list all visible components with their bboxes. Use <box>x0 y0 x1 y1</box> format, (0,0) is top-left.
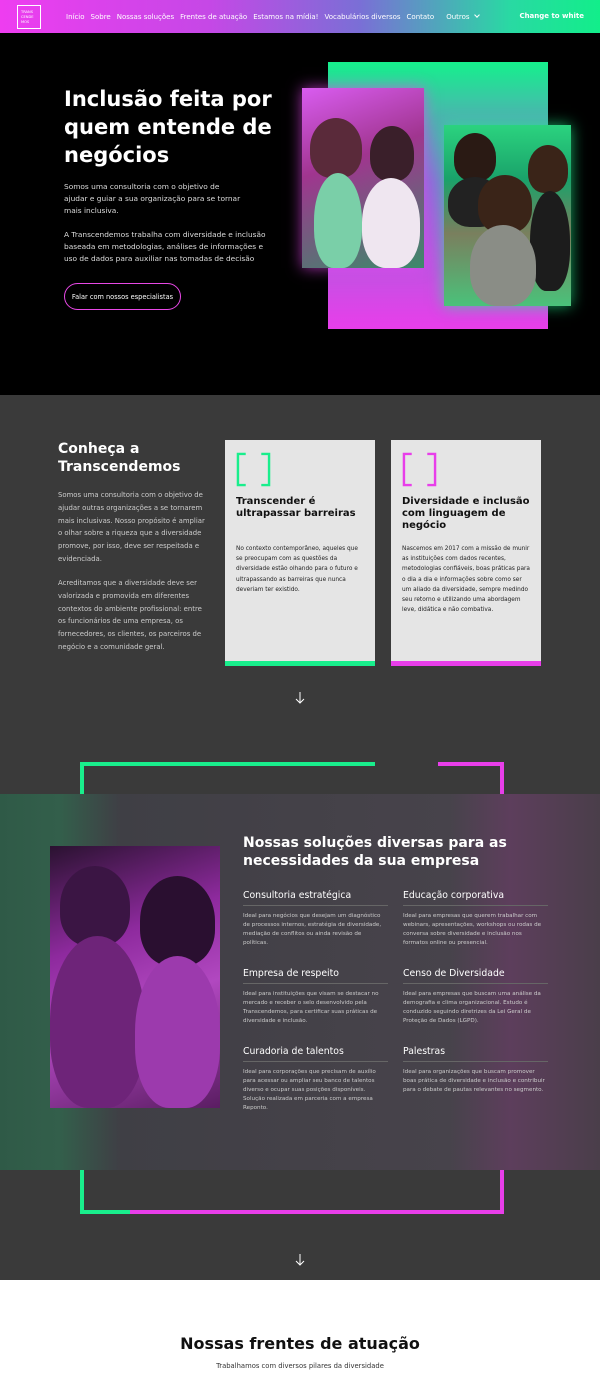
fronts-section: Nossas frentes de atuação Trabalhamos co… <box>0 1280 600 1400</box>
chevron-down-icon <box>473 11 480 18</box>
solutions-section: Nossas soluções diversas para as necessi… <box>0 762 600 1280</box>
nav-dropdown-label: Outros <box>446 12 470 21</box>
hero-description: A Transcendemos trabalha com diversidade… <box>64 230 266 263</box>
bracket-icon <box>236 452 271 487</box>
nav-link-contato[interactable]: Contato <box>407 13 435 21</box>
nav-link-sobre[interactable]: Sobre <box>91 13 111 21</box>
team-photo-2 <box>444 125 571 306</box>
person-silhouette <box>50 936 145 1108</box>
solution-consultoria[interactable]: Consultoria estratégica Ideal para negóc… <box>243 890 388 948</box>
card-text: Nascemos em 2017 com a missão de munir a… <box>402 546 530 614</box>
solution-text: Ideal para empresas que buscam uma análi… <box>403 991 541 1024</box>
person-silhouette <box>362 178 420 268</box>
top-navbar: TRANS CENDE MOS Início Sobre Nossas solu… <box>0 0 600 33</box>
solution-text: Ideal para organizações que buscam promo… <box>403 1069 545 1093</box>
hero-section: Inclusão feita por quem entende de negóc… <box>0 33 600 395</box>
arrow-down-icon[interactable] <box>295 692 305 704</box>
solution-text: Ideal para empresas que querem trabalhar… <box>403 913 542 946</box>
solution-title: Censo de Diversidade <box>403 968 548 984</box>
solution-empresa-respeito[interactable]: Empresa de respeito Ideal para instituiç… <box>243 968 388 1026</box>
solution-title: Palestras <box>403 1046 548 1062</box>
person-silhouette <box>310 118 362 178</box>
about-section: Conheça a Transcendemos Somos uma consul… <box>0 395 600 794</box>
about-title: Conheça a Transcendemos <box>58 441 181 475</box>
frame-line <box>438 762 504 766</box>
nav-link-frentes[interactable]: Frentes de atuação <box>180 13 247 21</box>
bracket-icon <box>402 452 437 487</box>
person-silhouette <box>370 126 414 181</box>
person-silhouette <box>60 866 130 946</box>
solution-text: Ideal para negócios que desejam um diagn… <box>243 913 382 946</box>
card-title: Diversidade e inclusão com linguagem de … <box>402 496 530 531</box>
card-transcender: Transcender é ultrapassar barreiras No c… <box>225 440 375 666</box>
hero-title: Inclusão feita por quem entende de negóc… <box>64 87 272 167</box>
frame-line <box>130 1210 504 1214</box>
person-silhouette <box>135 956 220 1108</box>
nav-link-midia[interactable]: Estamos na mídia! <box>253 13 318 21</box>
person-silhouette <box>454 133 496 181</box>
team-photo-1 <box>302 88 424 268</box>
solution-text: Ideal para instituições que visam se des… <box>243 991 379 1024</box>
solution-title: Curadoria de talentos <box>243 1046 388 1062</box>
frame-line <box>80 762 375 766</box>
hero-intro: Somos uma consultoria com o objetivo de … <box>64 182 241 215</box>
solution-educacao[interactable]: Educação corporativa Ideal para empresas… <box>403 890 548 948</box>
nav-link-inicio[interactable]: Início <box>66 13 85 21</box>
person-silhouette <box>140 876 215 966</box>
about-paragraph-2: Acreditamos que a diversidade deve ser v… <box>58 579 202 651</box>
solution-text: Ideal para corporações que precisam de a… <box>243 1069 376 1111</box>
card-text: No contexto contemporâneo, aqueles que s… <box>236 546 358 593</box>
arrow-down-icon[interactable] <box>295 1254 305 1266</box>
logo[interactable]: TRANS CENDE MOS <box>17 5 41 29</box>
solution-title: Educação corporativa <box>403 890 548 906</box>
person-silhouette <box>314 173 362 268</box>
card-diversidade: Diversidade e inclusão com linguagem de … <box>391 440 541 666</box>
person-silhouette <box>470 225 536 306</box>
nav-link-solucoes[interactable]: Nossas soluções <box>117 13 174 21</box>
nav-dropdown-outros[interactable]: Outros <box>446 11 480 21</box>
fronts-subtitle: Trabalhamos com diversos pilares da dive… <box>216 1362 384 1370</box>
frame-line <box>80 1170 84 1214</box>
card-title: Transcender é ultrapassar barreiras <box>236 496 356 519</box>
frame-line <box>500 1170 504 1214</box>
nav-link-vocabularios[interactable]: Vocabulários diversos <box>324 13 400 21</box>
frame-line <box>80 762 84 794</box>
frame-line <box>500 762 504 794</box>
person-silhouette <box>530 191 570 291</box>
solutions-photo <box>50 846 220 1108</box>
fronts-title: Nossas frentes de atuação <box>180 1334 420 1353</box>
nav-links: Início Sobre Nossas soluções Frentes de … <box>66 0 480 33</box>
solution-curadoria[interactable]: Curadoria de talentos Ideal para corpora… <box>243 1046 388 1113</box>
solution-palestras[interactable]: Palestras Ideal para organizações que bu… <box>403 1046 548 1095</box>
about-paragraph-1: Somos uma consultoria com o objetivo de … <box>58 491 205 563</box>
solutions-title: Nossas soluções diversas para as necessi… <box>243 835 507 869</box>
solution-censo[interactable]: Censo de Diversidade Ideal para empresas… <box>403 968 548 1026</box>
contact-specialists-button[interactable]: Falar com nossos especialistas <box>64 283 181 310</box>
solution-title: Consultoria estratégica <box>243 890 388 906</box>
person-silhouette <box>528 145 568 193</box>
logo-line: MOS <box>21 19 30 24</box>
theme-toggle-link[interactable]: Change to white <box>519 12 584 20</box>
solution-title: Empresa de respeito <box>243 968 388 984</box>
frame-line <box>80 1210 130 1214</box>
